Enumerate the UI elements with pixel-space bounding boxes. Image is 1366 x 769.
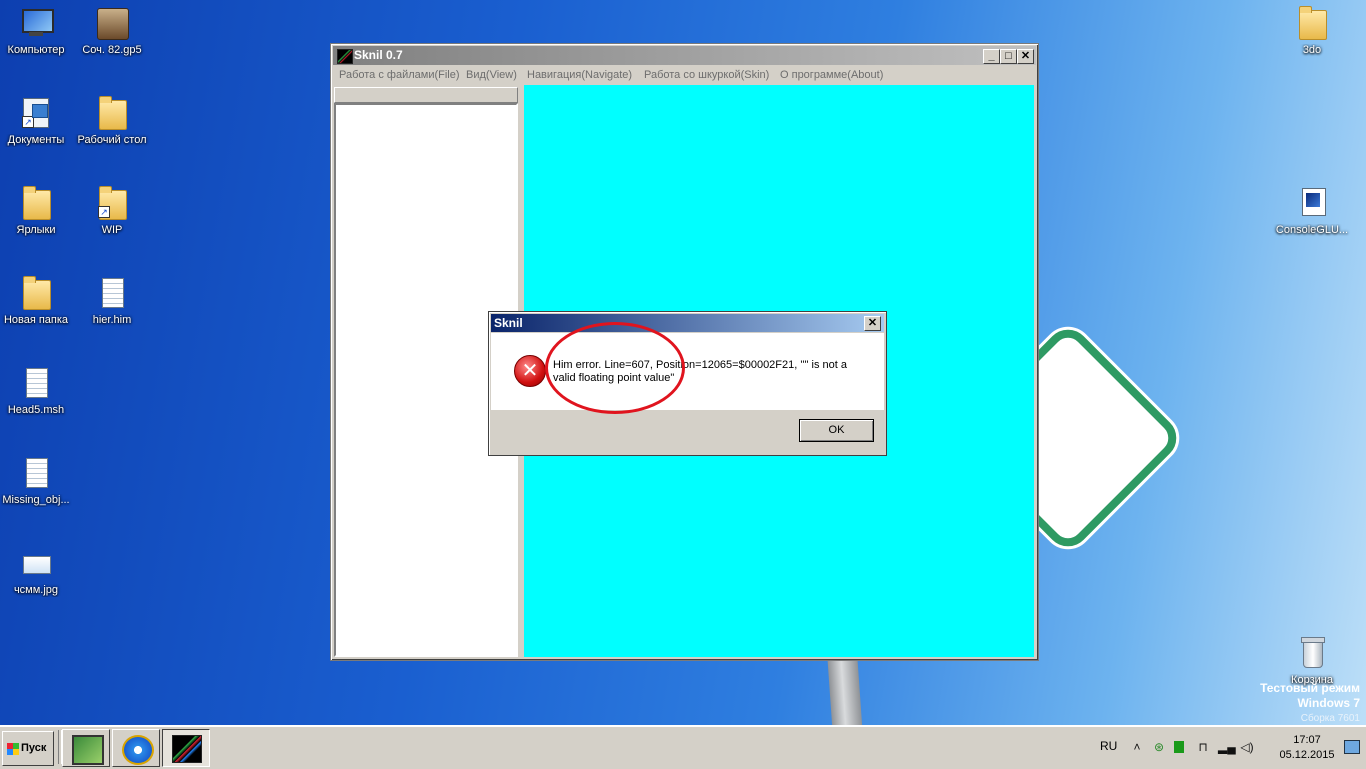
desktop-icon-label: Ярлыки <box>16 224 56 236</box>
gp5-file-icon <box>94 6 130 40</box>
app-icon <box>1294 186 1330 220</box>
desktop-icon-label: Рабочий стол <box>77 134 147 146</box>
network-status-icon[interactable]: ⊛ <box>1152 740 1166 754</box>
desktop-icon-shortcuts[interactable]: Ярлыки <box>0 186 76 237</box>
language-indicator[interactable]: RU <box>1100 739 1117 753</box>
folder-icon <box>94 96 130 130</box>
watermark-line: Тестовый режим <box>1260 681 1360 695</box>
folder-icon <box>18 276 54 310</box>
desktop-icon-consoleglu[interactable]: ConsoleGLU... <box>1272 186 1352 237</box>
watermark-line: Сборка 7601 <box>1300 713 1360 724</box>
error-dialog: Sknil ✕ ✕ Him error. Line=607, Position=… <box>488 311 887 456</box>
desktop-icon-desktop-folder[interactable]: Рабочий стол <box>72 96 152 147</box>
sign-pole-wallpaper <box>827 655 863 735</box>
desktop-icon-computer[interactable]: Компьютер <box>0 6 76 57</box>
documents-icon: ↗ <box>18 96 54 130</box>
computer-icon <box>18 6 54 40</box>
desktop-icon-label: Новая папка <box>3 314 69 326</box>
file-icon <box>94 276 130 310</box>
desktop-icon-label: Head5.msh <box>7 404 65 416</box>
clock-date: 05.12.2015 <box>1279 749 1335 761</box>
menu-navigate[interactable]: Навигация(Navigate) <box>527 69 632 81</box>
menu-bar: Работа с файлами(File) Вид(View) Навигац… <box>333 67 1036 85</box>
green-status-icon[interactable] <box>1174 741 1184 753</box>
taskbar-task-ie[interactable] <box>112 729 160 767</box>
test-mode-watermark: Тестовый режим Windows 7 Сборка 7601 <box>1260 681 1360 726</box>
close-button[interactable]: ✕ <box>1017 49 1034 64</box>
desktop-icon-missing-obj[interactable]: Missing_obj... <box>0 456 76 507</box>
internet-explorer-icon <box>122 735 154 765</box>
signal-bars-icon[interactable]: ▂▄ <box>1218 740 1236 754</box>
start-button[interactable]: Пуск <box>2 731 54 766</box>
show-hidden-icons-icon[interactable]: ˄ <box>1130 740 1144 754</box>
desktop-icon-recycle-bin[interactable]: Корзина <box>1272 636 1352 687</box>
volume-icon[interactable]: ◁) <box>1240 740 1254 754</box>
watermark-line: Windows 7 <box>1297 696 1360 710</box>
desktop-icon-gp5[interactable]: Соч. 82.gp5 <box>72 6 152 57</box>
desktop-icon-hier-him[interactable]: hier.him <box>72 276 152 327</box>
shortcut-arrow-icon: ↗ <box>22 116 34 128</box>
folder-icon <box>1294 6 1330 40</box>
image-file-icon <box>18 546 54 580</box>
hierarchy-header <box>334 87 518 103</box>
menu-about[interactable]: О программе(About) <box>780 69 883 81</box>
window-titlebar[interactable]: Sknil 0.7 _ □ ✕ <box>333 46 1036 65</box>
menu-file[interactable]: Работа с файлами(File) <box>339 69 460 81</box>
monitor-app-icon <box>72 735 104 765</box>
ok-button[interactable]: OK <box>799 419 874 442</box>
windows-flag-icon <box>7 743 19 755</box>
minimize-button[interactable]: _ <box>983 49 1000 64</box>
sknil-app-icon <box>337 49 353 64</box>
show-desktop-icon[interactable] <box>1344 740 1360 754</box>
desktop-icon-label: Документы <box>7 134 65 146</box>
menu-skin[interactable]: Работа со шкуркой(Skin) <box>644 69 769 81</box>
usb-device-icon[interactable]: ⊓ <box>1196 740 1210 754</box>
folder-shortcut-icon: ↗ <box>94 186 130 220</box>
error-icon: ✕ <box>514 355 546 387</box>
desktop-icon-label: Missing_obj... <box>2 494 70 506</box>
desktop-icon-documents[interactable]: ↗ Документы <box>0 96 76 147</box>
sknil-app-icon <box>172 735 202 763</box>
folder-icon <box>18 186 54 220</box>
system-tray: RU ˄ ⊛ ⊓ ▂▄ ◁) 17:07 05.12.2015 <box>1096 730 1364 764</box>
shortcut-arrow-icon: ↗ <box>98 206 110 218</box>
text-file-icon <box>18 456 54 490</box>
desktop-icon-label: Компьютер <box>7 44 65 56</box>
taskbar: Пуск RU ˄ ⊛ ⊓ ▂▄ ◁) 17:07 05.12.2015 <box>0 725 1366 769</box>
desktop-icon-new-folder[interactable]: Новая папка <box>0 276 76 327</box>
taskbar-task-sknil[interactable] <box>162 729 210 767</box>
window-title: Sknil 0.7 <box>354 48 403 62</box>
taskbar-task-monitor[interactable] <box>62 729 110 767</box>
dialog-titlebar[interactable]: Sknil ✕ <box>491 314 884 332</box>
start-label: Пуск <box>21 742 47 754</box>
clock-time: 17:07 <box>1293 734 1321 746</box>
desktop-icon-head5[interactable]: Head5.msh <box>0 366 76 417</box>
desktop-icon-label: чсмм.jpg <box>13 584 59 596</box>
dialog-title: Sknil <box>494 316 523 330</box>
desktop-icon-wip[interactable]: ↗ WIP <box>72 186 152 237</box>
desktop-icon-label: hier.him <box>92 314 132 326</box>
desktop-icon-3do[interactable]: 3do <box>1272 6 1352 57</box>
maximize-button[interactable]: □ <box>1000 49 1017 64</box>
menu-view[interactable]: Вид(View) <box>466 69 517 81</box>
desktop-icon-label: Соч. 82.gp5 <box>82 44 142 56</box>
clock[interactable]: 17:07 05.12.2015 <box>1276 733 1338 763</box>
desktop-icon-label: 3do <box>1302 44 1322 56</box>
desktop-icon-jpg[interactable]: чсмм.jpg <box>0 546 76 597</box>
desktop-icon-label: ConsoleGLU... <box>1275 224 1349 236</box>
file-icon <box>18 366 54 400</box>
dialog-close-button[interactable]: ✕ <box>864 316 881 331</box>
desktop-icon-label: WIP <box>101 224 123 236</box>
recycle-bin-icon <box>1294 636 1330 670</box>
red-annotation-circle <box>545 322 685 414</box>
